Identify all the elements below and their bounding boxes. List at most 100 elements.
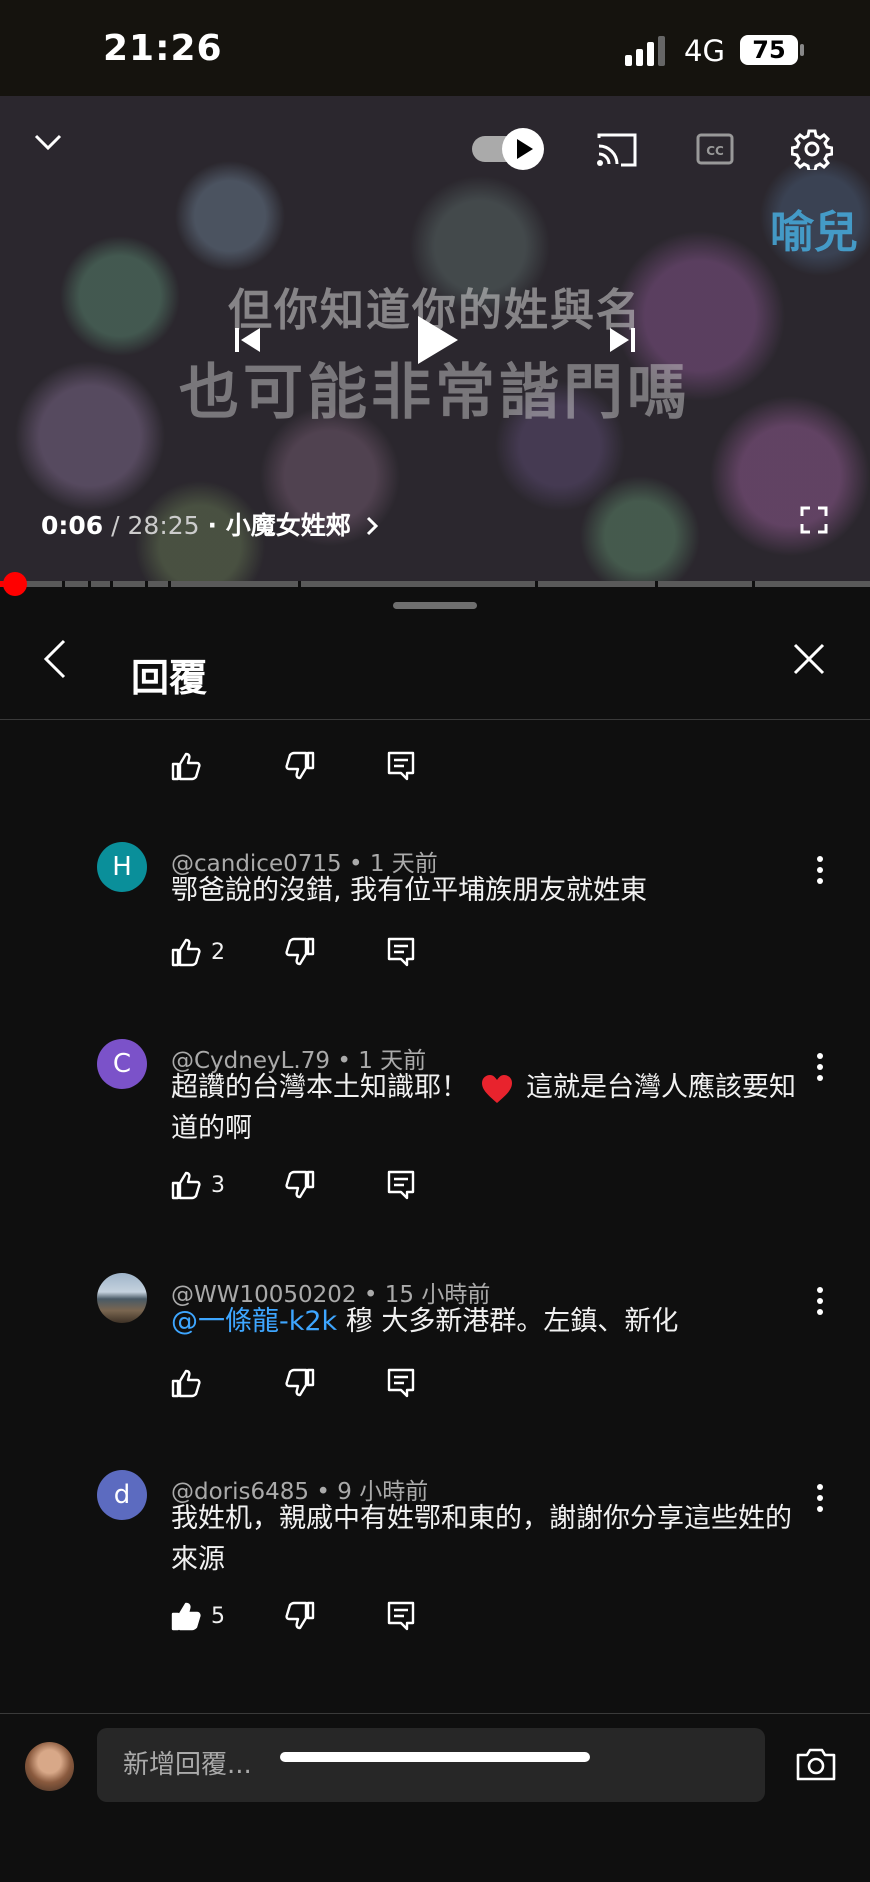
comment-text: 超讚的台灣本土知識耶！ 這就是台灣人應該要知道的啊 — [171, 1067, 811, 1149]
chapter-marker — [168, 581, 171, 587]
thumbs-down-icon — [285, 751, 315, 780]
more-vert-icon[interactable] — [808, 1283, 832, 1319]
video-player[interactable]: 但你知道你的姓與名 也可能非常諧門嗎 喻兒 CC 0:06 / 28:25 · … — [0, 96, 870, 586]
comment-text: @一條龍-k2k 穆 大多新港群。左鎮、新化 — [171, 1301, 811, 1342]
previous-icon[interactable] — [232, 324, 264, 356]
chapter-marker — [298, 581, 301, 587]
dislike-button[interactable] — [285, 1170, 387, 1200]
dislike-button[interactable] — [285, 751, 387, 781]
thumbs-down-icon — [285, 937, 315, 966]
next-icon[interactable] — [606, 324, 638, 356]
mention-link[interactable]: @一條龍-k2k — [171, 1306, 337, 1337]
reply-icon — [387, 1170, 415, 1200]
gear-icon[interactable] — [791, 128, 833, 170]
reply-button[interactable] — [387, 751, 415, 781]
avatar[interactable]: H — [97, 842, 147, 892]
comment-text: 鄂爸說的沒錯, 我有位平埔族朋友就姓東 — [171, 875, 648, 906]
comment-actions — [171, 751, 415, 781]
avatar — [25, 1742, 74, 1791]
reply-input[interactable] — [97, 1728, 765, 1802]
comment-actions: 3 — [171, 1170, 415, 1200]
panel-header: 回覆 — [0, 612, 870, 720]
chevron-right-icon — [359, 511, 379, 540]
reply-button[interactable] — [387, 937, 415, 967]
more-vert-icon[interactable] — [808, 1480, 832, 1516]
thumbs-up-icon — [171, 1171, 201, 1200]
network-type: 4G — [684, 34, 725, 68]
video-time[interactable]: 0:06 / 28:25 · 小魔女姓郟 — [41, 506, 379, 542]
avatar[interactable] — [97, 1273, 147, 1323]
autoplay-toggle-icon[interactable] — [470, 126, 546, 172]
reply-button[interactable] — [387, 1601, 415, 1631]
replies-panel: 回覆 H @candice0715 • 1 天前 鄂爸說的沒錯, 我有位平埔族朋… — [0, 587, 870, 1882]
dislike-button[interactable] — [285, 937, 387, 967]
chapter-marker — [655, 581, 658, 587]
captions-icon[interactable]: CC — [696, 132, 734, 166]
thumbs-up-filled-icon — [171, 1602, 201, 1631]
thumbs-up-icon — [171, 938, 201, 967]
reply-button[interactable] — [387, 1170, 415, 1200]
reply-icon — [387, 937, 415, 967]
reply-button[interactable] — [387, 1368, 415, 1398]
status-bar: 21:26 4G 75 — [0, 0, 870, 96]
avatar-letter: d — [113, 1480, 131, 1510]
reply-bar — [0, 1713, 870, 1882]
thumbs-up-icon — [171, 752, 201, 781]
thumbs-down-icon — [285, 1368, 315, 1397]
home-indicator[interactable] — [280, 1752, 590, 1762]
reply-icon — [387, 1601, 415, 1631]
close-icon[interactable] — [792, 642, 826, 680]
current-time: 0:06 — [41, 511, 104, 540]
comment-text-part: 穆 大多新港群。左鎮、新化 — [337, 1306, 679, 1337]
chevron-down-icon[interactable] — [32, 130, 64, 154]
comment-text: 我姓机，親戚中有姓鄂和東的，謝謝你分享這些姓的來源 — [171, 1503, 792, 1575]
reply-icon — [387, 751, 415, 781]
battery-tip — [800, 44, 804, 56]
chapter-marker — [145, 581, 148, 587]
cast-icon[interactable] — [595, 132, 639, 168]
back-arrow-icon[interactable] — [40, 637, 68, 685]
avatar-letter: H — [112, 852, 132, 882]
dislike-button[interactable] — [285, 1601, 387, 1631]
status-time: 21:26 — [103, 28, 223, 69]
comment-text-part: 超讚的台灣本土知識耶！ — [171, 1072, 468, 1103]
more-vert-icon[interactable] — [808, 1049, 832, 1085]
drag-handle[interactable] — [393, 602, 477, 609]
dislike-button[interactable] — [285, 1368, 387, 1398]
signal-icon — [625, 36, 665, 66]
like-count: 2 — [211, 939, 225, 965]
channel-watermark: 喻兒 — [770, 207, 858, 258]
thumbs-down-icon — [285, 1601, 315, 1630]
reply-icon — [387, 1368, 415, 1398]
camera-icon[interactable] — [795, 1746, 837, 1786]
chapter-marker — [62, 581, 65, 587]
like-count: 5 — [211, 1603, 225, 1629]
svg-text:CC: CC — [706, 144, 724, 158]
more-vert-icon[interactable] — [808, 852, 832, 888]
battery-level: 75 — [740, 35, 798, 65]
thumbs-up-icon — [171, 1369, 201, 1398]
avatar[interactable]: C — [97, 1039, 147, 1089]
total-time: / 28:25 — [111, 511, 200, 540]
like-button[interactable]: 2 — [171, 937, 285, 967]
chapter-marker — [752, 581, 755, 587]
avatar[interactable]: d — [97, 1470, 147, 1520]
panel-title: 回覆 — [131, 656, 208, 700]
play-icon[interactable] — [414, 314, 460, 366]
fullscreen-icon[interactable] — [800, 506, 828, 534]
video-progress-bar[interactable] — [0, 572, 870, 596]
avatar-letter: C — [112, 1049, 132, 1079]
comment-actions — [171, 1368, 415, 1398]
like-button[interactable]: 3 — [171, 1170, 285, 1200]
thumbs-down-icon — [285, 1170, 315, 1199]
comment-actions: 2 — [171, 937, 415, 967]
like-button[interactable] — [171, 751, 285, 781]
heart-emoji-icon — [482, 1074, 512, 1103]
like-button[interactable]: 5 — [171, 1601, 285, 1631]
like-button[interactable] — [171, 1368, 285, 1398]
chapter-marker — [535, 581, 538, 587]
comment-actions: 5 — [171, 1601, 415, 1631]
chapter-title: · 小魔女姓郟 — [207, 511, 351, 540]
chapter-marker — [110, 581, 113, 587]
like-count: 3 — [211, 1172, 225, 1198]
